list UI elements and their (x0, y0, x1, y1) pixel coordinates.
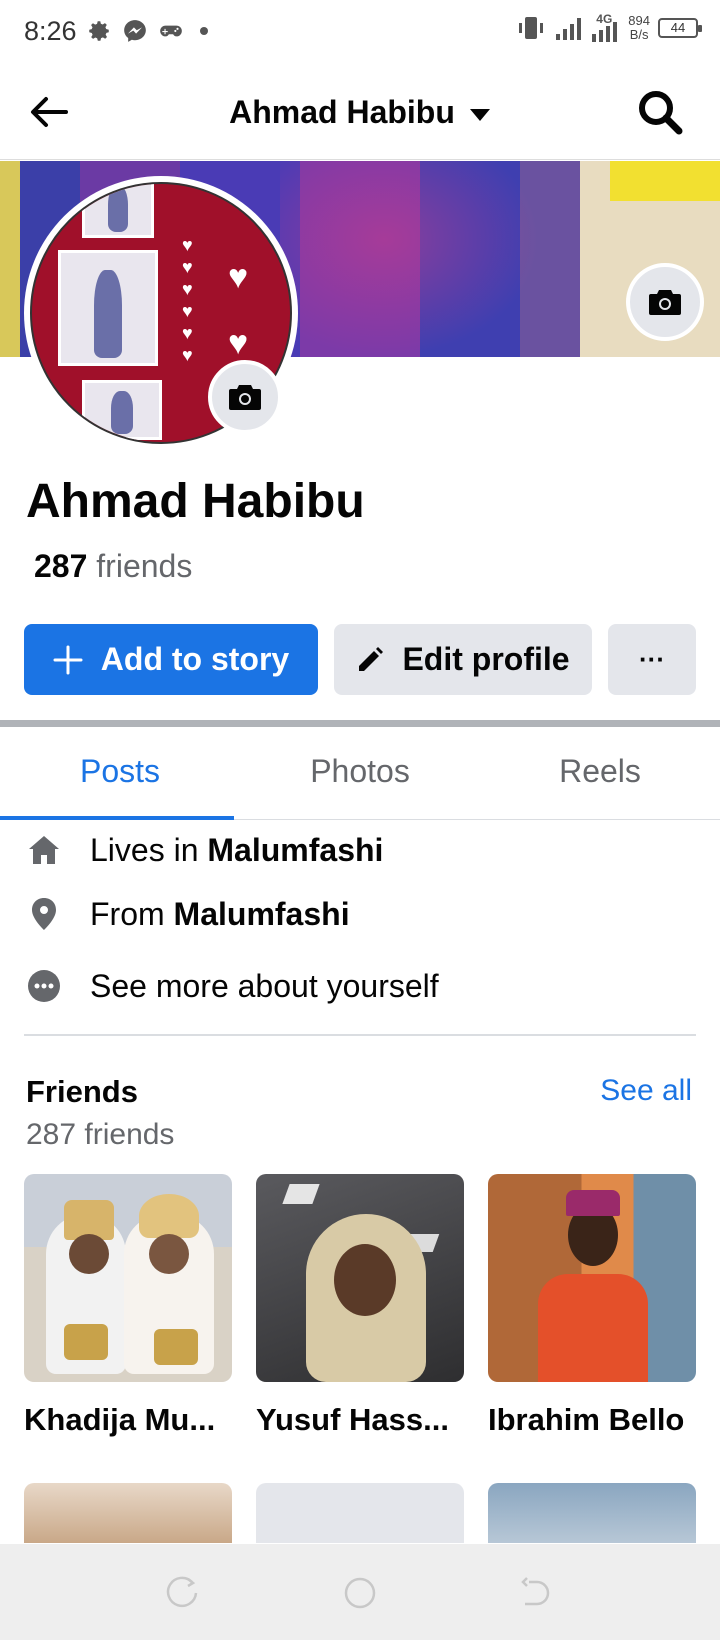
back-button-icon[interactable] (519, 1576, 553, 1610)
tab-photos[interactable]: Photos (240, 727, 480, 819)
friends-section-subtitle: 287 friends (26, 1118, 175, 1151)
detail-from[interactable]: From Malumfashi (0, 888, 720, 944)
battery-icon: 44 (658, 18, 702, 38)
status-system-icons: 4G 894 B/s 44 (516, 12, 702, 42)
add-to-story-label: Add to story (100, 641, 290, 677)
friend-card[interactable]: Yusuf Hass... (256, 1174, 464, 1438)
top-app-bar: Ahmad Habibu (0, 64, 720, 160)
section-divider (0, 720, 720, 727)
friend-card[interactable]: Ibrahim Bello (488, 1174, 696, 1438)
from-place: Malumfashi (173, 896, 350, 932)
pencil-icon (359, 646, 384, 671)
search-icon[interactable] (636, 88, 684, 136)
friend-name[interactable]: Khadija Mu... (24, 1402, 236, 1438)
system-navigation-bar (0, 1544, 720, 1640)
divider (24, 1034, 696, 1036)
see-all-friends-link[interactable]: See all (600, 1074, 692, 1108)
status-time: 8:26 (24, 16, 77, 46)
edit-profile-picture-button[interactable] (208, 360, 282, 434)
edit-profile-label: Edit profile (402, 641, 570, 677)
friend-card[interactable]: Khadija Mu... (24, 1174, 232, 1438)
plus-icon (53, 645, 83, 674)
messenger-icon (124, 20, 146, 42)
friend-photo[interactable] (256, 1174, 464, 1382)
profile-switcher[interactable]: Ahmad Habibu (0, 94, 720, 131)
caret-down-icon (469, 108, 490, 121)
profile-tabs: Posts Photos Reels (0, 727, 720, 820)
status-bar: 8:26 4G 894 B/s 44 (0, 0, 720, 64)
friend-photo[interactable] (24, 1483, 232, 1543)
vibrate-icon (519, 17, 544, 39)
home-button-icon[interactable] (343, 1576, 377, 1610)
settings-icon (89, 21, 109, 41)
friend-photo[interactable] (488, 1483, 696, 1543)
signal-icon (556, 18, 582, 40)
more-options-label: ··· (639, 644, 665, 674)
location-pin-icon (32, 898, 56, 930)
recent-apps-icon[interactable] (166, 1576, 200, 1610)
edit-cover-button[interactable] (626, 263, 704, 341)
tab-posts[interactable]: Posts (0, 727, 240, 820)
friend-name[interactable]: Yusuf Hass... (256, 1402, 468, 1438)
network-speed-value: 894 (628, 13, 650, 28)
friend-photo[interactable] (488, 1174, 696, 1382)
profile-name: Ahmad Habibu (26, 475, 365, 528)
edit-profile-button[interactable]: Edit profile (334, 624, 592, 695)
friend-photo[interactable] (24, 1174, 232, 1382)
friend-count-label: friends (96, 548, 193, 584)
friend-photo[interactable] (256, 1483, 464, 1543)
lives-in-prefix: Lives in (90, 832, 199, 868)
network-speed-unit: B/s (629, 27, 649, 42)
dot-icon (200, 27, 208, 35)
more-options-button[interactable]: ··· (608, 624, 696, 695)
more-circle-icon (28, 970, 60, 1002)
signal-4g-icon: 4G (590, 12, 620, 42)
detail-see-more[interactable]: See more about yourself (0, 960, 720, 1016)
add-to-story-button[interactable]: Add to story (24, 624, 318, 695)
status-notification-icons (86, 18, 208, 44)
network-speed: 894 B/s (628, 14, 650, 42)
home-icon (29, 836, 59, 864)
friend-name[interactable]: Ibrahim Bello (488, 1402, 700, 1438)
tab-reels[interactable]: Reels (480, 727, 720, 819)
camera-icon (229, 385, 261, 410)
friend-count-number: 287 (34, 548, 88, 584)
header-title: Ahmad Habibu (229, 94, 455, 130)
friends-section-title: Friends (26, 1074, 138, 1109)
game-controller-icon (160, 25, 182, 37)
hearts-decoration: ♥ ♥ ♥ ♥ ♥ ♥ (182, 235, 193, 365)
see-more-about-label: See more about yourself (90, 968, 439, 1004)
lives-in-place: Malumfashi (207, 832, 384, 868)
detail-lives-in[interactable]: Lives in Malumfashi (0, 824, 720, 880)
friend-count[interactable]: 287 friends (34, 548, 192, 585)
from-prefix: From (90, 896, 165, 932)
camera-icon (649, 290, 681, 315)
